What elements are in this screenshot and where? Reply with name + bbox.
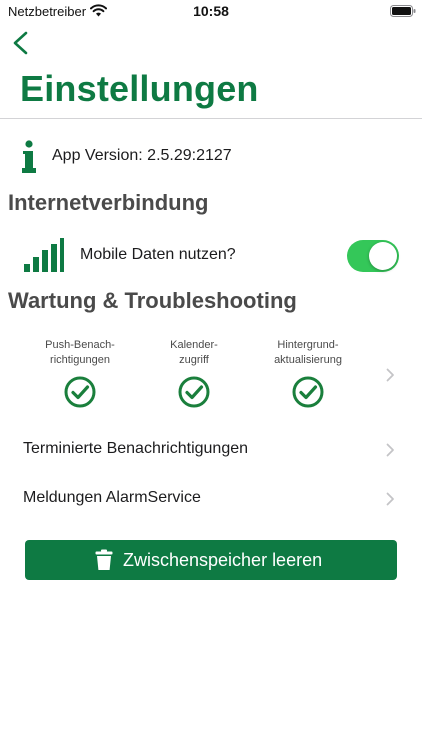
battery-icon bbox=[390, 5, 416, 17]
check-circle-icon bbox=[64, 376, 96, 408]
clear-cache-button[interactable]: Zwischenspeicher leeren bbox=[25, 540, 397, 580]
toggle-knob bbox=[369, 242, 397, 270]
page-title: Einstellungen bbox=[20, 68, 259, 109]
back-button[interactable] bbox=[10, 30, 32, 56]
trash-icon bbox=[95, 549, 113, 570]
check-circle-icon bbox=[292, 376, 324, 408]
check-circle-icon bbox=[178, 376, 210, 408]
chevron-right-icon bbox=[386, 492, 394, 506]
permission-label-line: richtigungen bbox=[50, 354, 110, 366]
status-time: 10:58 bbox=[193, 3, 229, 19]
permission-label-line: zugriff bbox=[179, 354, 209, 366]
alarm-service-messages-row[interactable]: Meldungen AlarmService bbox=[0, 477, 422, 521]
permission-background-refresh[interactable]: Hintergrund- aktualisierung bbox=[258, 334, 358, 414]
permission-label-line: Kalender- bbox=[170, 339, 218, 351]
title-divider bbox=[0, 118, 422, 119]
chevron-right-icon bbox=[386, 443, 394, 457]
row-label: Terminierte Benachrichtigungen bbox=[23, 440, 249, 457]
section-heading-maintenance: Wartung & Troubleshooting bbox=[8, 288, 297, 313]
chevron-right-icon[interactable] bbox=[386, 368, 395, 382]
permission-calendar-access[interactable]: Kalender- zugriff bbox=[144, 334, 244, 414]
mobile-data-label: Mobile Daten nutzen? bbox=[80, 246, 236, 263]
permission-label-line: Push-Benach- bbox=[45, 339, 115, 351]
app-version: App Version: 2.5.29:2127 bbox=[52, 147, 232, 164]
signal-strength-icon bbox=[24, 238, 64, 272]
status-bar: Netzbetreiber 10:58 bbox=[0, 0, 422, 24]
permission-label-line: Hintergrund- bbox=[277, 339, 339, 351]
permission-label-line: aktualisierung bbox=[274, 354, 342, 366]
permission-push-notifications[interactable]: Push-Benach- richtigungen bbox=[30, 334, 130, 414]
row-label: Meldungen AlarmService bbox=[23, 489, 201, 506]
mobile-data-toggle[interactable] bbox=[347, 240, 399, 272]
section-heading-internet: Internetverbindung bbox=[8, 190, 209, 215]
scheduled-notifications-row[interactable]: Terminierte Benachrichtigungen bbox=[0, 428, 422, 472]
permission-label: Push-Benach- richtigungen bbox=[30, 338, 130, 368]
clear-cache-label: Zwischenspeicher leeren bbox=[123, 550, 323, 570]
permission-label: Hintergrund- aktualisierung bbox=[258, 338, 358, 368]
permission-label: Kalender- zugriff bbox=[144, 338, 244, 368]
info-icon bbox=[22, 140, 36, 173]
